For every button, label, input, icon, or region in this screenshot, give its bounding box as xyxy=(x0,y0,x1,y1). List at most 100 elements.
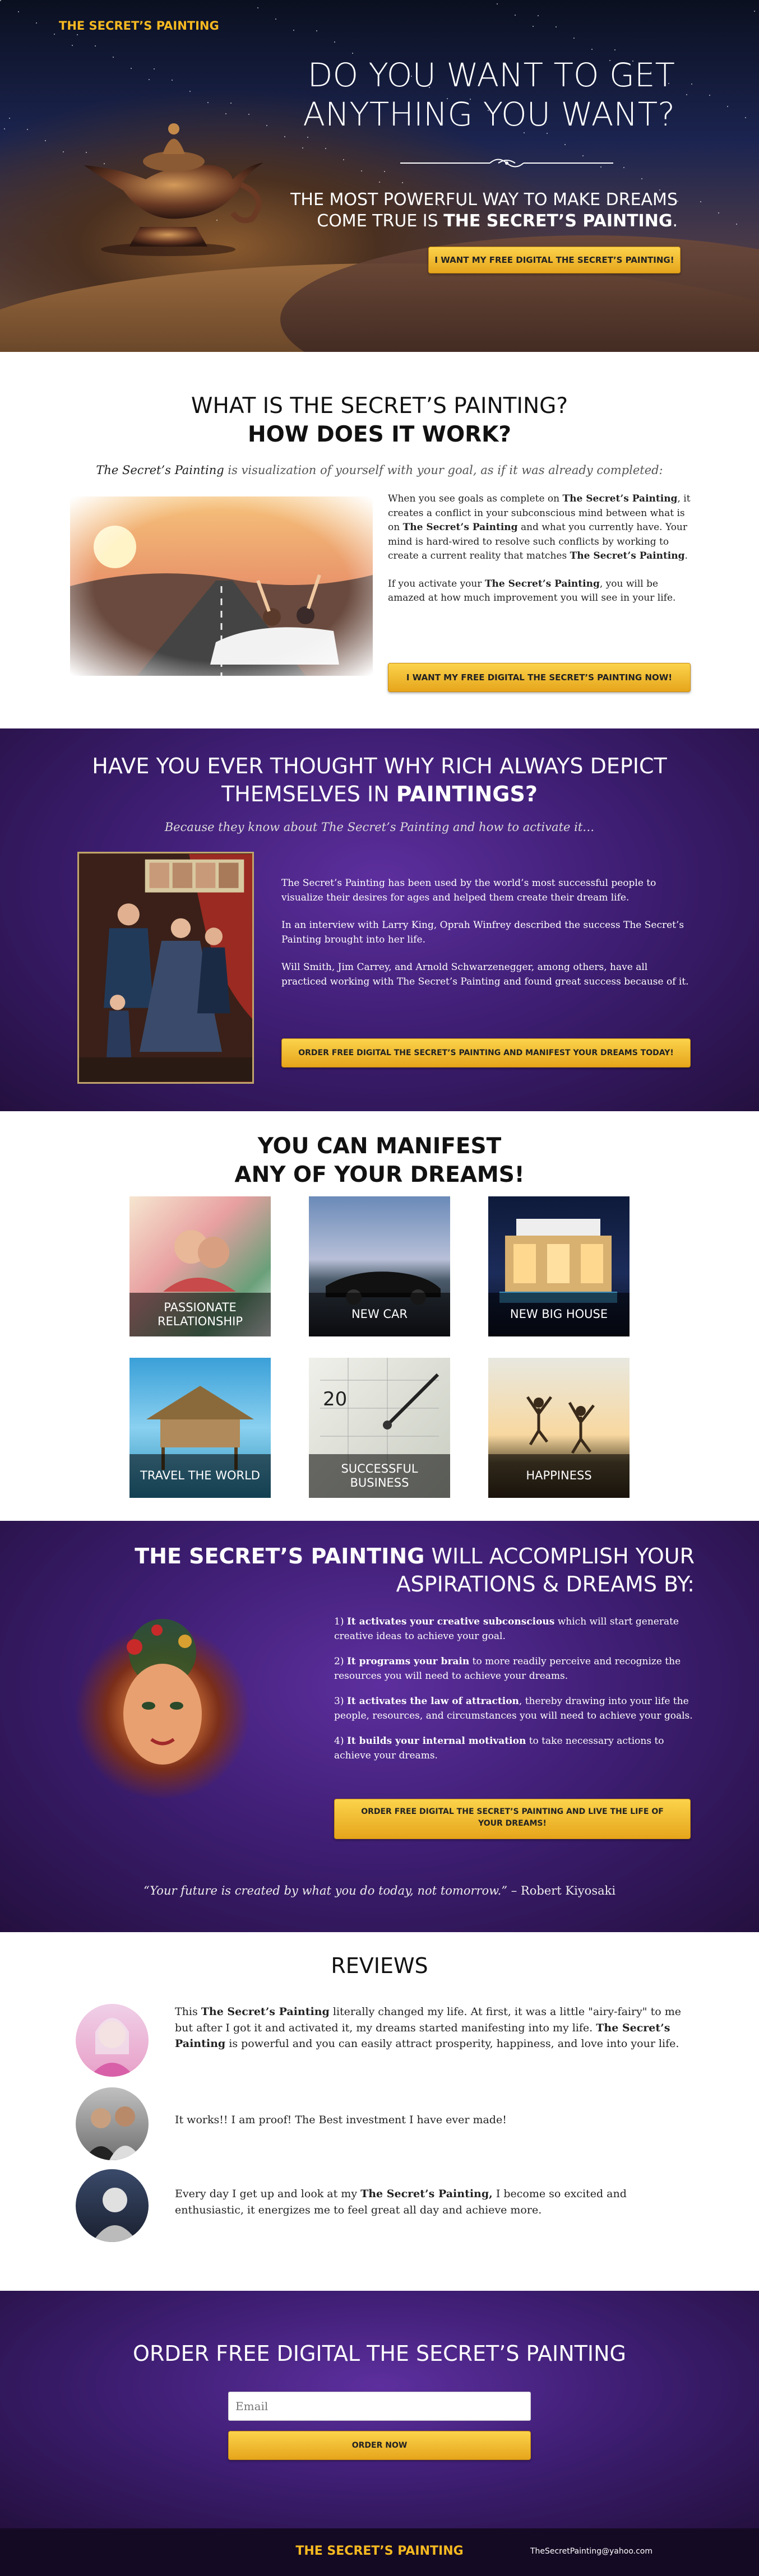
manifest-title-line: ANY OF YOUR DREAMS! xyxy=(234,1162,525,1187)
tile-new-big-house[interactable]: NEW BIG HOUSE xyxy=(488,1196,630,1336)
tile-happiness[interactable]: HAPPINESS xyxy=(488,1358,630,1498)
rich-section: HAVE YOU EVER THOUGHT WHY RICH ALWAYS DE… xyxy=(0,728,759,1111)
star xyxy=(0,0,1,1)
star xyxy=(36,22,37,24)
what-is-cta-button[interactable]: I WANT MY FREE DIGITAL THE SECRET’S PAIN… xyxy=(388,663,691,692)
manifest-title-line: YOU CAN MANIFEST xyxy=(257,1134,502,1159)
accomplish-item: 1) It activates your creative subconscio… xyxy=(334,1615,693,1644)
accomplish-title: THE SECRET’S PAINTING WILL ACCOMPLISH YO… xyxy=(78,1542,695,1598)
email-input[interactable] xyxy=(228,2392,531,2421)
manifest-section: YOU CAN MANIFEST ANY OF YOUR DREAMS! PAS… xyxy=(0,1111,759,1521)
kiyosaki-quote: “Your future is created by what you do t… xyxy=(0,1884,759,1897)
star xyxy=(700,201,701,202)
item-bold: It programs your brain xyxy=(346,1656,470,1667)
what-is-text: When you see goals as complete on The Se… xyxy=(388,492,691,619)
rich-title-bold: PAINTINGS? xyxy=(396,782,538,807)
hero-subtitle: THE MOST POWERFUL WAY TO MAKE DREAMS COM… xyxy=(229,189,678,231)
review-text: Every day I get up and look at my The Se… xyxy=(175,2186,691,2218)
star xyxy=(564,144,566,145)
family-portrait-painting xyxy=(77,852,254,1084)
star xyxy=(384,171,385,172)
star xyxy=(172,80,173,81)
accomplish-item: 4) It builds your internal motivation to… xyxy=(334,1734,693,1763)
rich-lead: Because they know about The Secret’s Pai… xyxy=(0,820,759,834)
star xyxy=(641,178,642,179)
text-run: It works!! I am proof! The Best investme… xyxy=(175,2114,507,2126)
rich-paragraph: Will Smith, Jim Carrey, and Arnold Schwa… xyxy=(281,962,689,987)
what-is-paragraph: If you activate your The Secret’s Painti… xyxy=(388,577,691,606)
hero-title: DO YOU WANT TO GET ANYTHING YOU WANT? xyxy=(226,56,675,134)
tile-new-car[interactable]: NEW CAR xyxy=(309,1196,450,1336)
bold-text: The Secret’s Painting xyxy=(570,550,685,561)
hero-section: THE SECRET’S PAINTING DO YOU WANT TO GET… xyxy=(0,0,759,352)
cta-line: ORDER FREE DIGITAL THE SECRET’S PAINTING… xyxy=(361,1807,664,1816)
star xyxy=(573,38,575,39)
what-is-paragraph: When you see goals as complete on The Se… xyxy=(388,492,691,564)
tile-label: TRAVEL THE WORLD xyxy=(129,1454,271,1498)
item-bold: It activates the law of attraction xyxy=(346,1696,519,1707)
tile-successful-business[interactable]: 20 SUCCESSFUL BUSINESS xyxy=(309,1358,450,1498)
reviewer-photo-icon xyxy=(84,2106,142,2160)
tile-label: SUCCESSFUL BUSINESS xyxy=(309,1454,450,1498)
reviews-title: REVIEWS xyxy=(331,1953,428,1978)
item-number: 4) xyxy=(334,1735,347,1747)
star xyxy=(379,182,380,183)
tile-travel-the-world[interactable]: TRAVEL THE WORLD xyxy=(129,1358,271,1498)
star xyxy=(77,34,78,35)
footer-email-link[interactable]: TheSecretPainting@yahoo.com xyxy=(530,2547,652,2556)
quote-author: – Robert Kiyosaki xyxy=(507,1884,616,1897)
star xyxy=(302,147,303,148)
hero-title-line: ANYTHING YOU WANT? xyxy=(303,95,675,133)
brand-logo[interactable]: THE SECRET’S PAINTING xyxy=(59,19,219,33)
rich-title-line: HAVE YOU EVER THOUGHT WHY RICH ALWAYS DE… xyxy=(92,754,667,778)
tile-passionate-relationship[interactable]: PASSIONATE RELATIONSHIP xyxy=(129,1196,271,1336)
rich-title: HAVE YOU EVER THOUGHT WHY RICH ALWAYS DE… xyxy=(0,728,759,808)
lead-pre: Because they know about xyxy=(164,820,321,834)
star xyxy=(131,68,132,69)
lead-post: and how to activate it… xyxy=(449,820,595,834)
quote-text: “Your future is created by what you do t… xyxy=(143,1884,508,1897)
tile-label: NEW CAR xyxy=(309,1293,450,1336)
text-run: When you see goals as complete on xyxy=(388,493,563,504)
svg-text:20: 20 xyxy=(323,1388,347,1410)
star xyxy=(361,170,362,171)
star xyxy=(307,137,308,138)
star xyxy=(54,34,55,35)
rich-text: The Secret’s Painting has been used by t… xyxy=(281,876,691,1002)
reviewer-photo-icon xyxy=(92,2188,137,2242)
star xyxy=(727,106,728,107)
what-is-title-line: WHAT IS THE SECRET’S PAINTING? xyxy=(191,393,568,419)
star xyxy=(614,49,615,50)
star xyxy=(352,53,353,54)
what-is-section: WHAT IS THE SECRET’S PAINTING? HOW DOES … xyxy=(0,352,759,728)
star xyxy=(18,11,19,12)
hero-cta-button[interactable]: I WANT MY FREE DIGITAL THE SECRET’S PAIN… xyxy=(428,247,681,273)
accomplish-list: 1) It activates your creative subconscio… xyxy=(334,1615,693,1774)
item-bold: It builds your internal motivation xyxy=(346,1735,526,1747)
hero-subtitle-bold: THE SECRET’S PAINTING xyxy=(443,211,673,231)
text-run: This xyxy=(175,2006,201,2018)
star xyxy=(709,95,710,96)
star xyxy=(691,83,692,85)
star xyxy=(293,30,294,31)
rich-cta-button[interactable]: ORDER FREE DIGITAL THE SECRET’S PAINTING… xyxy=(281,1038,691,1067)
what-is-title-line: HOW DOES IT WORK? xyxy=(248,421,511,447)
star xyxy=(623,167,624,168)
star xyxy=(556,26,557,27)
star xyxy=(754,11,755,12)
star xyxy=(45,140,46,141)
manifest-title: YOU CAN MANIFEST ANY OF YOUR DREAMS! xyxy=(0,1111,759,1189)
order-now-button[interactable]: ORDER NOW xyxy=(228,2431,531,2460)
star xyxy=(72,45,73,46)
footer: THE SECRET’S PAINTING TheSecretPainting@… xyxy=(0,2528,759,2576)
star xyxy=(149,79,150,80)
woman-face-icon xyxy=(123,1619,202,1765)
order-section: ORDER FREE DIGITAL THE SECRET’S PAINTING… xyxy=(0,2291,759,2528)
tile-label: HAPPINESS xyxy=(488,1454,630,1498)
rich-paragraph: The Secret’s Painting has been used by t… xyxy=(281,878,656,903)
lead-emphasis: The Secret’s Painting xyxy=(96,463,224,477)
text-run: is powerful and you can easily attract p… xyxy=(225,2037,679,2050)
flourish-divider-icon xyxy=(400,159,613,168)
accomplish-cta-button[interactable]: ORDER FREE DIGITAL THE SECRET’S PAINTING… xyxy=(334,1799,691,1839)
star xyxy=(497,3,498,4)
